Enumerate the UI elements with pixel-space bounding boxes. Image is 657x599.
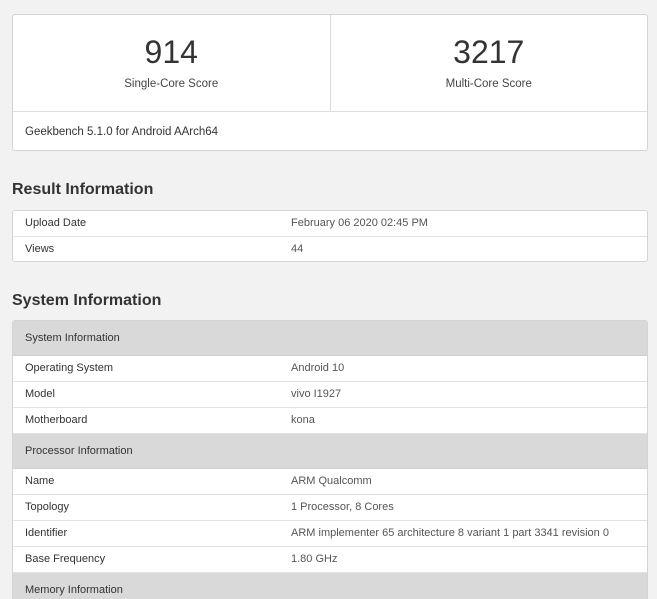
multi-core-score-label: Multi-Core Score [445,78,532,90]
table-row: Motherboard kona [13,408,647,434]
row-label: Operating System [25,362,114,374]
single-core-score-value: 914 [144,34,198,70]
table-row: Model vivo I1927 [13,382,647,408]
row-value: ARM implementer 65 architecture 8 varian… [291,527,609,539]
row-label: Topology [25,501,70,513]
row-label: Views [25,243,55,255]
system-information-table: System Information Operating System Andr… [12,320,648,599]
row-label: Name [25,475,55,487]
table-row: Base Frequency 1.80 GHz [13,547,647,573]
single-core-score-cell: 914 Single-Core Score [13,15,330,111]
row-value: vivo I1927 [291,388,342,400]
geekbench-result-page: 914 Single-Core Score 3217 Multi-Core Sc… [0,0,657,599]
table-row: Upload Date February 06 2020 02:45 PM [13,211,647,237]
row-label: Identifier [25,527,68,539]
row-label: Model [25,388,55,400]
multi-core-score-cell: 3217 Multi-Core Score [329,15,648,111]
table-row: Name ARM Qualcomm [13,469,647,495]
single-core-score-label: Single-Core Score [124,78,219,90]
row-value: 1 Processor, 8 Cores [291,501,394,513]
row-value: February 06 2020 02:45 PM [291,217,428,229]
benchmark-version: Geekbench 5.1.0 for Android AArch64 [25,126,219,138]
score-row: 914 Single-Core Score 3217 Multi-Core Sc… [13,15,647,112]
row-label: Upload Date [25,217,87,229]
group-header-processor: Processor Information [13,434,647,469]
group-header-memory: Memory Information [13,573,647,599]
row-label: Motherboard [25,414,88,426]
multi-core-score-value: 3217 [453,34,525,70]
group-header-system: System Information [13,321,647,356]
row-value: Android 10 [291,362,345,374]
result-information-table: Upload Date February 06 2020 02:45 PM Vi… [12,210,648,262]
row-value: 44 [291,243,304,255]
row-label: Base Frequency [25,553,106,565]
row-value: kona [291,414,315,426]
table-row: Operating System Android 10 [13,356,647,382]
table-row: Topology 1 Processor, 8 Cores [13,495,647,521]
table-row: Views 44 [13,237,647,261]
row-value: 1.80 GHz [291,553,338,565]
system-information-heading: System Information [12,292,162,309]
table-row: Identifier ARM implementer 65 architectu… [13,521,647,547]
row-value: ARM Qualcomm [291,475,372,487]
result-information-heading: Result Information [12,181,154,198]
score-card: 914 Single-Core Score 3217 Multi-Core Sc… [12,14,648,151]
